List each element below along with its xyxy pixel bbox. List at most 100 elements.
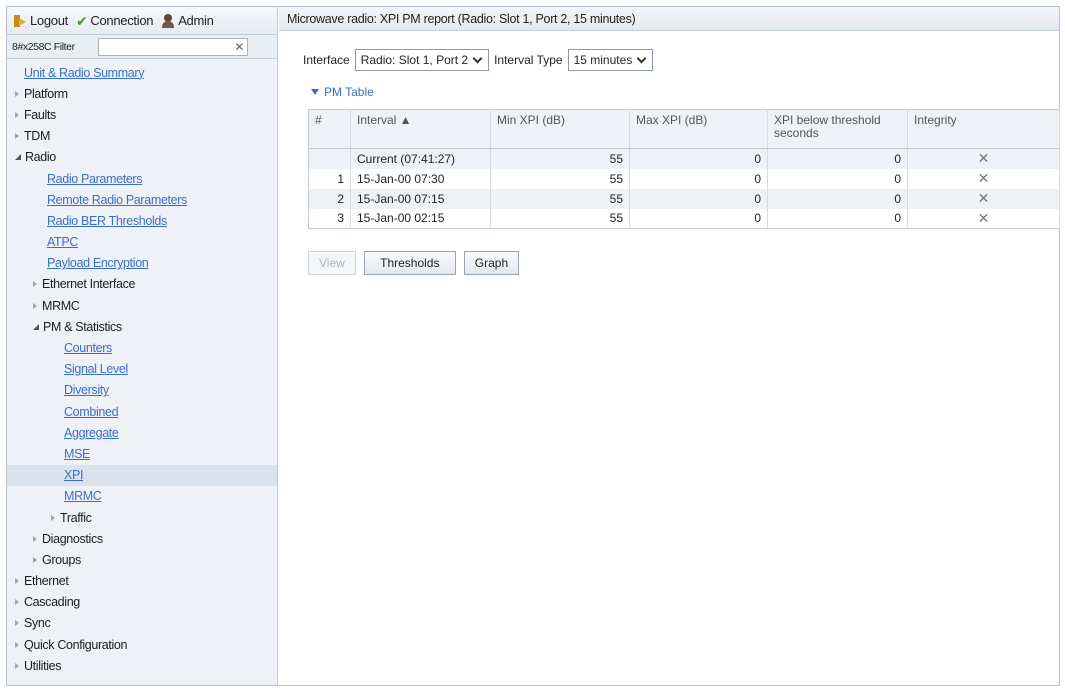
user-icon: [161, 13, 175, 28]
nav-item-traffic[interactable]: Traffic: [7, 507, 277, 528]
cell-num: 2: [308, 188, 351, 209]
nav-item-label: MSE: [64, 446, 91, 461]
integrity-x-icon: ✕: [907, 148, 1060, 169]
header-max-xpi[interactable]: Max XPI (dB): [629, 109, 768, 149]
nav-item-mse[interactable]: MSE: [7, 443, 277, 464]
clear-filter-icon[interactable]: ✕: [234, 40, 244, 54]
collapsed-triangle-icon[interactable]: [33, 535, 37, 542]
app-window: Logout ✔ Connection Admin 8#x258C Filter…: [6, 6, 1060, 686]
nav-item-remote-radio-parameters[interactable]: Remote Radio Parameters: [7, 189, 277, 210]
table-row[interactable]: 3 15-Jan-00 02:15 55 0 0 ✕: [308, 208, 1060, 229]
thresholds-button[interactable]: Thresholds: [363, 251, 456, 275]
nav-item-ethernet[interactable]: Ethernet: [7, 571, 277, 592]
interface-label: Interface: [303, 53, 350, 67]
nav-item-label: Platform: [24, 86, 68, 101]
nav-item-diversity[interactable]: Diversity: [7, 380, 277, 401]
nav-item-xpi[interactable]: XPI: [7, 464, 277, 486]
nav-item-ethernet-interface[interactable]: Ethernet Interface: [7, 274, 277, 295]
nav-item-platform[interactable]: Platform: [7, 83, 277, 104]
nav-item-label: Signal Level: [64, 362, 128, 377]
collapsed-triangle-icon[interactable]: [15, 599, 19, 606]
interval-type-select[interactable]: 15 minutes: [567, 49, 654, 71]
pm-table-toggle[interactable]: PM Table: [311, 85, 374, 99]
collapsed-triangle-icon[interactable]: [51, 514, 55, 521]
collapsed-triangle-icon[interactable]: [15, 641, 19, 648]
table-row[interactable]: 1 15-Jan-00 07:30 55 0 0 ✕: [308, 168, 1060, 189]
nav-item-label: Diagnostics: [42, 531, 103, 546]
header-interval[interactable]: Interval ▲: [350, 109, 491, 149]
header-number[interactable]: #: [308, 109, 351, 149]
header-xpi-below-threshold[interactable]: XPI below threshold seconds: [767, 109, 908, 149]
cell-max: 0: [629, 188, 768, 209]
chevron-down-icon: [636, 53, 647, 63]
expanded-triangle-icon[interactable]: [15, 154, 21, 161]
nav-item-quick-configuration[interactable]: Quick Configuration: [7, 634, 277, 655]
connection-label: Connection: [90, 13, 154, 28]
nav-item-label: Quick Configuration: [24, 637, 128, 652]
nav-item-tdm[interactable]: TDM: [7, 126, 277, 147]
nav-item-payload-encryption[interactable]: Payload Encryption: [7, 253, 277, 274]
table-row[interactable]: Current (07:41:27) 55 0 0 ✕: [308, 148, 1060, 169]
interface-value: Radio: Slot 1, Port 2: [360, 53, 469, 67]
admin-button[interactable]: Admin: [161, 13, 214, 28]
table-header-row: # Interval ▲ Min XPI (dB) Max XPI (dB) X…: [308, 109, 1060, 149]
cell-interval: 15-Jan-00 07:30: [350, 168, 491, 189]
collapsed-triangle-icon[interactable]: [15, 133, 19, 140]
filter-input[interactable]: ✕: [98, 37, 248, 56]
nav-item-label: Ethernet Interface: [42, 277, 136, 292]
nav-item-label: Traffic: [60, 510, 92, 525]
nav-item-combined[interactable]: Combined: [7, 401, 277, 422]
connection-button[interactable]: ✔ Connection: [76, 13, 154, 28]
nav-item-label: MRMC: [64, 489, 102, 504]
collapsed-triangle-icon[interactable]: [15, 90, 19, 97]
graph-button[interactable]: Graph: [463, 251, 520, 275]
nav-item-mrmc[interactable]: MRMC: [7, 486, 277, 507]
collapsed-triangle-icon[interactable]: [15, 662, 19, 669]
nav-item-pm-statistics[interactable]: PM & Statistics: [7, 316, 277, 337]
cell-num: 1: [308, 168, 351, 189]
nav-item-radio[interactable]: Radio: [7, 147, 277, 168]
nav-item-diagnostics[interactable]: Diagnostics: [7, 528, 277, 549]
nav-item-label: Remote Radio Parameters: [47, 192, 187, 207]
nav-item-atpc[interactable]: ATPC: [7, 232, 277, 253]
nav-item-sync[interactable]: Sync: [7, 613, 277, 634]
nav-item-faults[interactable]: Faults: [7, 104, 277, 125]
nav-item-radio-ber-thresholds[interactable]: Radio BER Thresholds: [7, 210, 277, 231]
nav-item-counters[interactable]: Counters: [7, 337, 277, 358]
nav-item-groups[interactable]: Groups: [7, 549, 277, 570]
interface-select[interactable]: Radio: Slot 1, Port 2: [354, 49, 490, 71]
header-integrity[interactable]: Integrity: [907, 109, 1060, 149]
cell-interval: 15-Jan-00 07:15: [350, 188, 491, 209]
logout-button[interactable]: Logout: [13, 13, 68, 28]
filter-label: 8#x258C Filter: [12, 40, 75, 53]
collapsed-triangle-icon[interactable]: [33, 281, 37, 288]
nav-item-signal-level[interactable]: Signal Level: [7, 359, 277, 380]
nav-item-unit-radio-summary[interactable]: Unit & Radio Summary: [7, 62, 277, 83]
collapsed-triangle-icon[interactable]: [33, 556, 37, 563]
nav-item-cascading[interactable]: Cascading: [7, 592, 277, 613]
nav-item-aggregate[interactable]: Aggregate: [7, 422, 277, 443]
expanded-triangle-icon[interactable]: [33, 323, 39, 330]
collapsed-triangle-icon[interactable]: [15, 111, 19, 118]
nav-item-label: Radio BER Thresholds: [47, 213, 167, 228]
collapsed-triangle-icon[interactable]: [15, 578, 19, 585]
table-row[interactable]: 2 15-Jan-00 07:15 55 0 0 ✕: [308, 188, 1060, 209]
filter-bar: 8#x258C Filter ✕: [7, 35, 277, 59]
nav-item-utilities[interactable]: Utilities: [7, 655, 277, 676]
header-min-xpi[interactable]: Min XPI (dB): [490, 109, 630, 149]
pm-table: # Interval ▲ Min XPI (dB) Max XPI (dB) X…: [308, 109, 1060, 229]
admin-label: Admin: [178, 13, 214, 28]
integrity-x-icon: ✕: [907, 168, 1060, 189]
cell-max: 0: [629, 148, 768, 169]
nav-item-label: Sync: [24, 616, 51, 631]
nav-item-label: Groups: [42, 552, 81, 567]
nav-item-mrmc[interactable]: MRMC: [7, 295, 277, 316]
cell-min: 55: [490, 188, 630, 209]
collapsed-triangle-icon[interactable]: [15, 620, 19, 627]
nav-item-label: PM & Statistics: [43, 319, 122, 334]
collapsed-triangle-icon[interactable]: [33, 302, 37, 309]
cell-interval: 15-Jan-00 02:15: [350, 208, 491, 229]
view-button[interactable]: View: [308, 251, 356, 275]
nav-item-radio-parameters[interactable]: Radio Parameters: [7, 168, 277, 189]
cell-below: 0: [767, 168, 908, 189]
